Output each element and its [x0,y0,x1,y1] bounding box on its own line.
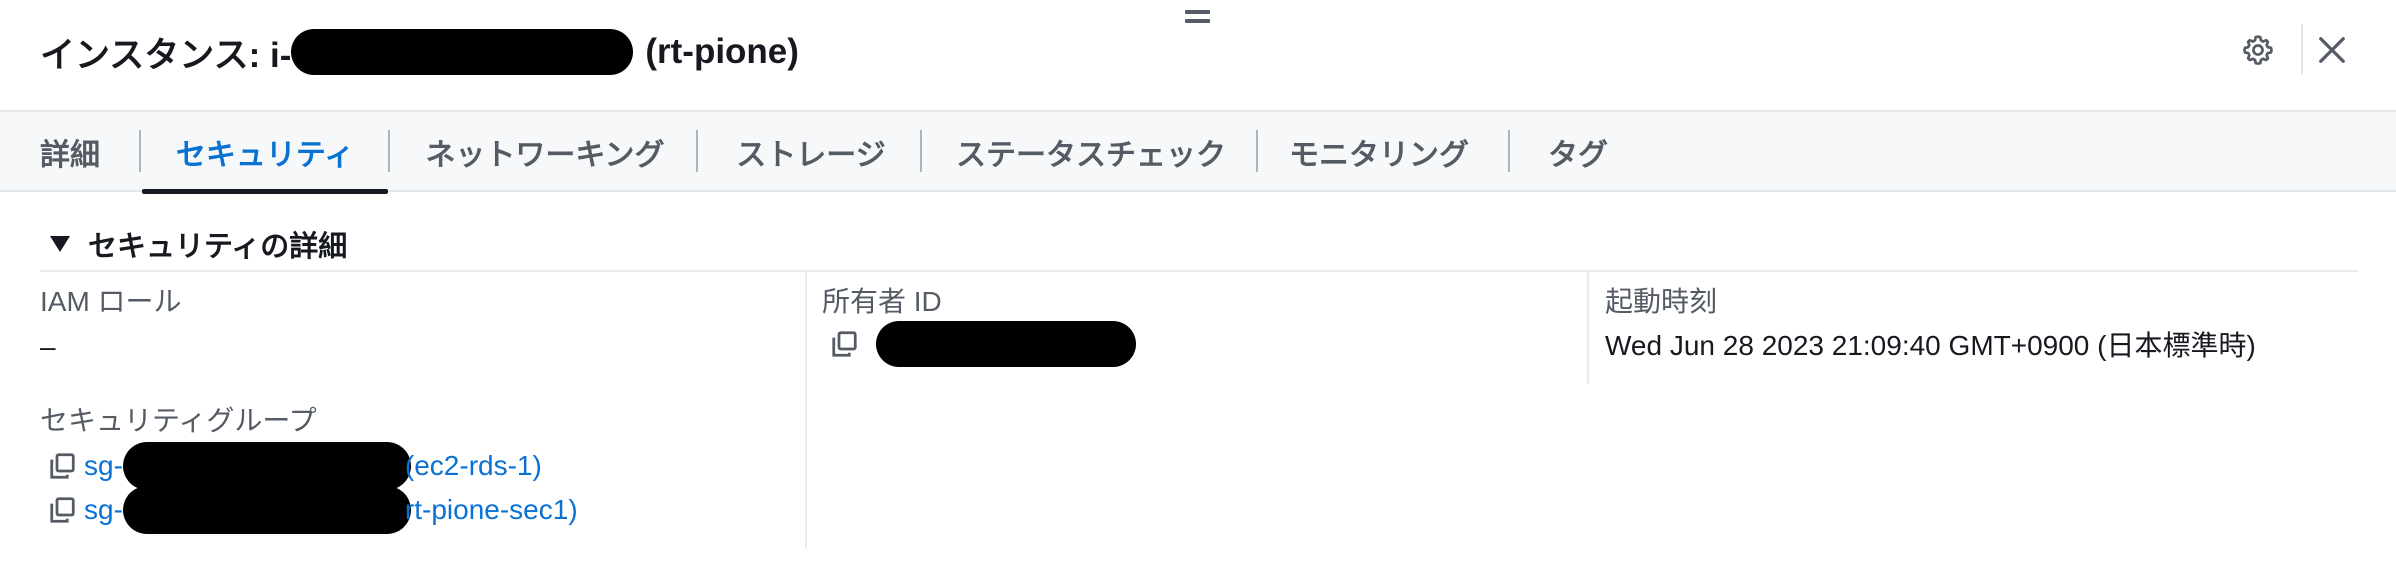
section-title: セキュリティの詳細 [88,231,348,263]
tab-tags[interactable]: タグ [1540,112,1616,192]
instance-details-panel: インスタンス: i- (rt-pione) 詳細 セキュリティ ネットワーキング… [0,0,2396,570]
redacted-instance-id [291,29,634,75]
security-groups-label: セキュリティグループ [40,405,317,436]
close-button[interactable] [2310,28,2354,72]
security-group-name: (ec2-rds-1) [404,450,542,481]
tab-status-checks[interactable]: ステータスチェック [946,112,1236,192]
tab-storage[interactable]: ストレージ [726,112,896,192]
launch-time-label: 起動時刻 [1605,286,1718,317]
caret-down-icon [50,236,70,252]
tab-details[interactable]: 詳細 [40,112,100,192]
tab-security[interactable]: セキュリティ [142,112,388,194]
iam-role-value: – [40,331,56,362]
security-group-link[interactable]: sg- (ec2-rds-1) [84,442,542,490]
owner-id-value [826,321,1136,367]
close-icon [2319,37,2345,63]
tab-separator [1508,130,1510,172]
section-divider [40,270,2358,272]
tab-separator [139,130,141,172]
security-group-link[interactable]: sg- rt-pione-sec1) [84,486,578,534]
header-divider [2301,24,2303,74]
copy-icon[interactable] [826,326,862,362]
security-details-toggle[interactable]: セキュリティの詳細 [44,222,347,266]
title-prefix: インスタンス: i- [40,35,292,75]
preferences-button[interactable] [2238,30,2278,70]
security-group-prefix: sg- [84,494,123,525]
copy-icon[interactable] [44,448,80,484]
owner-id-label: 所有者 ID [822,286,942,317]
tab-separator [696,130,698,172]
column-divider [805,272,807,548]
launch-time-value: Wed Jun 28 2023 21:09:40 GMT+0900 (日本標準時… [1605,330,2256,361]
security-group-item: sg- (ec2-rds-1) [44,442,542,490]
tab-separator [1256,130,1258,172]
redacted-security-group-id [122,486,411,534]
tab-monitoring[interactable]: モニタリング [1286,112,1472,192]
title-instance-name: (rt-pione) [645,32,799,71]
tab-networking[interactable]: ネットワーキング [408,112,682,192]
security-group-name: rt-pione-sec1) [404,494,578,525]
security-group-item: sg- rt-pione-sec1) [44,486,578,534]
copy-icon[interactable] [44,492,80,528]
security-group-prefix: sg- [84,450,123,481]
panel-header: インスタンス: i- (rt-pione) [0,0,2396,111]
column-divider [1587,272,1589,384]
tab-separator [920,130,922,172]
tab-separator [388,130,390,172]
gear-icon [2243,35,2273,65]
tab-bar: 詳細 セキュリティ ネットワーキング ストレージ ステータスチェック モニタリン… [0,110,2396,194]
redacted-owner-id [876,321,1136,367]
page-title: インスタンス: i- (rt-pione) [40,29,799,75]
iam-role-label: IAM ロール [40,286,182,317]
redacted-security-group-id [122,442,411,490]
